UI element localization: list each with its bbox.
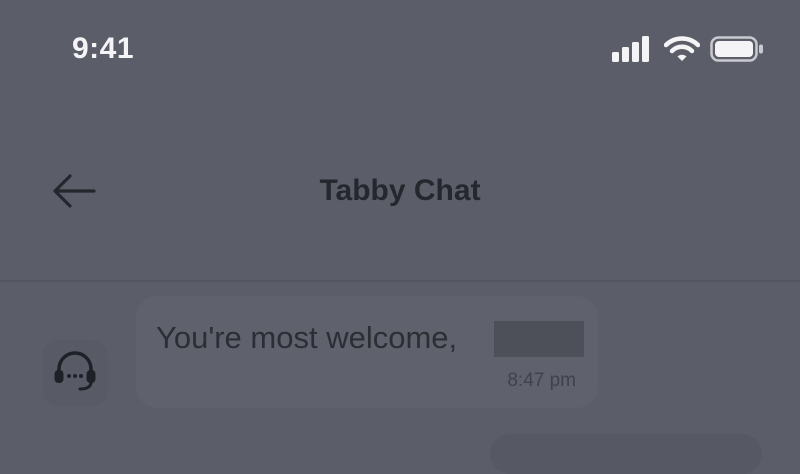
status-bar: 9:41 bbox=[0, 0, 800, 100]
message-text: You're most welcome, bbox=[156, 320, 458, 355]
redacted-name bbox=[494, 321, 584, 357]
header-divider bbox=[0, 280, 800, 282]
app-header: Tabby Chat bbox=[0, 140, 800, 250]
agent-avatar bbox=[42, 340, 108, 406]
battery-icon bbox=[710, 36, 764, 67]
headset-agent-icon bbox=[52, 349, 98, 398]
message-bubble-partial bbox=[490, 434, 762, 474]
wifi-icon bbox=[663, 36, 701, 67]
message-timestamp: 8:47 pm bbox=[507, 370, 576, 391]
message-bubble: You're most welcome, 8:47 pm bbox=[136, 296, 598, 408]
page-title: Tabby Chat bbox=[319, 174, 481, 207]
status-time: 9:41 bbox=[72, 32, 135, 65]
signal-icon bbox=[612, 36, 652, 67]
